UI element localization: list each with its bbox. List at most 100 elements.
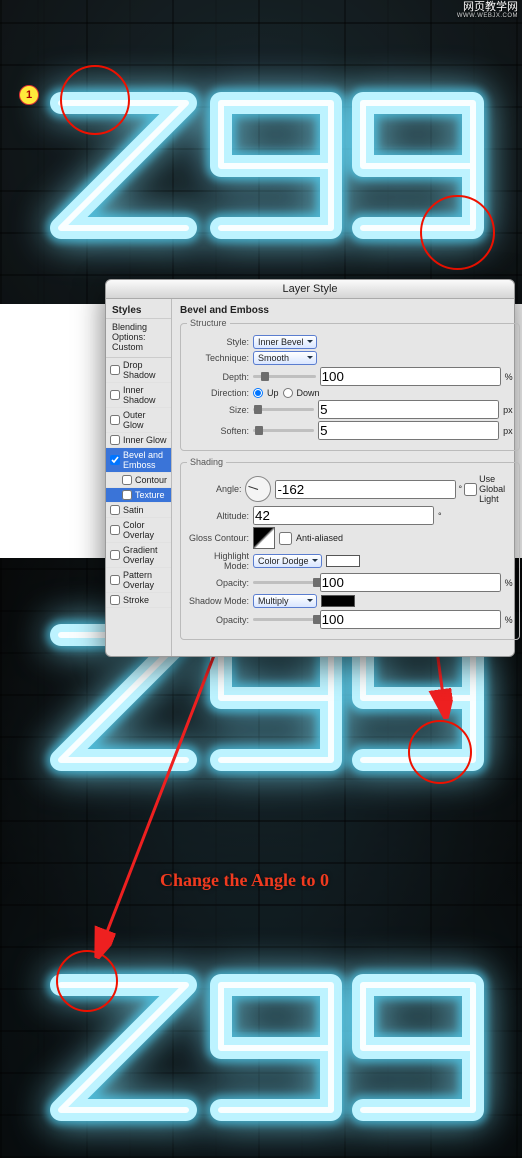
highlight-color-swatch[interactable] [326, 555, 360, 567]
settings-panel: Bevel and Emboss Structure Style: Inner … [172, 299, 522, 656]
angle-deg: ° [458, 484, 462, 494]
technique-select[interactable]: Smooth [253, 351, 317, 365]
style-row-gradient-overlay[interactable]: Gradient Overlay [106, 543, 171, 568]
soften-slider[interactable] [253, 425, 314, 437]
angle-label: Angle: [187, 484, 241, 494]
style-row-stroke[interactable]: Stroke [106, 593, 171, 608]
soften-label: Soften: [187, 426, 249, 436]
shading-fieldset: Shading Angle: ° Use Global Light Al [180, 457, 520, 640]
highlight-opacity-label: Opacity: [187, 578, 249, 588]
style-label-text: Satin [123, 505, 144, 515]
shadow-opacity-pct: % [505, 615, 513, 625]
style-checkbox-color-overlay[interactable] [110, 525, 120, 535]
style-row-inner-glow[interactable]: Inner Glow [106, 433, 171, 448]
style-label-text: Color Overlay [123, 520, 167, 540]
styles-panel: Styles Blending Options: Custom Drop Sha… [106, 299, 172, 656]
style-checkbox-bevel-and-emboss[interactable] [110, 455, 120, 465]
style-checkbox-inner-glow[interactable] [110, 435, 120, 445]
depth-input[interactable] [320, 367, 501, 386]
highlight-mode-value: Color Dodge [258, 556, 309, 566]
style-row-contour[interactable]: Contour [106, 473, 171, 488]
dialog-title: Layer Style [106, 280, 514, 299]
depth-label: Depth: [187, 372, 249, 382]
style-row-pattern-overlay[interactable]: Pattern Overlay [106, 568, 171, 593]
style-label-text: Contour [135, 475, 167, 485]
altitude-label: Altitude: [187, 511, 249, 521]
panel-title: Bevel and Emboss [180, 305, 520, 318]
highlight-mode-label: Highlight Mode: [187, 551, 249, 571]
structure-legend: Structure [187, 318, 230, 328]
style-checkbox-stroke[interactable] [110, 595, 120, 605]
style-label-text: Gradient Overlay [123, 545, 167, 565]
technique-select-value: Smooth [258, 353, 289, 363]
altitude-input[interactable] [253, 506, 434, 525]
style-checkbox-inner-shadow[interactable] [110, 390, 120, 400]
soften-unit: px [503, 426, 513, 436]
shadow-opacity-slider[interactable] [253, 614, 316, 626]
highlight-opacity-pct: % [505, 578, 513, 588]
angle-input[interactable] [275, 480, 456, 499]
style-row-drop-shadow[interactable]: Drop Shadow [106, 358, 171, 383]
blending-options-row[interactable]: Blending Options: Custom [106, 319, 171, 358]
up-label: Up [267, 388, 279, 398]
style-label-text: Inner Glow [123, 435, 167, 445]
style-row-color-overlay[interactable]: Color Overlay [106, 518, 171, 543]
style-checkbox-drop-shadow[interactable] [110, 365, 120, 375]
structure-fieldset: Structure Style: Inner Bevel Technique: … [180, 318, 520, 451]
antialias-label: Anti-aliased [296, 533, 343, 543]
size-input[interactable] [318, 400, 499, 419]
antialias-checkbox[interactable] [279, 532, 292, 545]
gloss-contour-picker[interactable] [253, 527, 275, 549]
style-checkbox-gradient-overlay[interactable] [110, 550, 120, 560]
style-checkbox-satin[interactable] [110, 505, 120, 515]
style-checkbox-outer-glow[interactable] [110, 415, 120, 425]
style-label-text: Drop Shadow [123, 360, 167, 380]
shading-legend: Shading [187, 457, 226, 467]
style-row-texture[interactable]: Texture [106, 488, 171, 503]
size-slider[interactable] [253, 404, 314, 416]
direction-up-radio[interactable] [253, 388, 263, 398]
soften-input[interactable] [318, 421, 499, 440]
highlight-mode-select[interactable]: Color Dodge [253, 554, 322, 568]
style-row-satin[interactable]: Satin [106, 503, 171, 518]
style-label: Style: [187, 337, 249, 347]
shadow-opacity-label: Opacity: [187, 615, 249, 625]
style-row-outer-glow[interactable]: Outer Glow [106, 408, 171, 433]
altitude-deg: ° [438, 511, 442, 521]
style-checkbox-texture[interactable] [122, 490, 132, 500]
angle-dial[interactable] [245, 476, 271, 502]
shadow-mode-label: Shadow Mode: [187, 596, 249, 606]
shadow-mode-select[interactable]: Multiply [253, 594, 317, 608]
down-label: Down [297, 388, 320, 398]
highlight-opacity-input[interactable] [320, 573, 501, 592]
style-select[interactable]: Inner Bevel [253, 335, 317, 349]
shadow-color-swatch[interactable] [321, 595, 355, 607]
direction-down-radio[interactable] [283, 388, 293, 398]
style-label-text: Pattern Overlay [123, 570, 167, 590]
styles-header: Styles [106, 303, 171, 319]
style-checkbox-contour[interactable] [122, 475, 132, 485]
layer-style-dialog: Layer Style Styles Blending Options: Cus… [105, 279, 515, 657]
size-unit: px [503, 405, 513, 415]
depth-slider[interactable] [253, 371, 316, 383]
style-label-text: Bevel and Emboss [123, 450, 167, 470]
style-select-value: Inner Bevel [258, 337, 304, 347]
style-label-text: Inner Shadow [123, 385, 167, 405]
style-label-text: Stroke [123, 595, 149, 605]
style-checkbox-pattern-overlay[interactable] [110, 575, 120, 585]
style-row-inner-shadow[interactable]: Inner Shadow [106, 383, 171, 408]
highlight-opacity-slider[interactable] [253, 577, 316, 589]
style-row-bevel-and-emboss[interactable]: Bevel and Emboss [106, 448, 171, 473]
style-label-text: Texture [135, 490, 165, 500]
annotation-caption: Change the Angle to 0 [160, 870, 329, 891]
shadow-opacity-input[interactable] [320, 610, 501, 629]
depth-unit: % [505, 372, 513, 382]
direction-label: Direction: [187, 388, 249, 398]
size-label: Size: [187, 405, 249, 415]
gloss-label: Gloss Contour: [187, 533, 249, 543]
style-label-text: Outer Glow [123, 410, 167, 430]
global-light-label: Use Global Light [479, 474, 513, 504]
global-light-checkbox[interactable] [464, 483, 477, 496]
technique-label: Technique: [187, 353, 249, 363]
shadow-mode-value: Multiply [258, 596, 289, 606]
